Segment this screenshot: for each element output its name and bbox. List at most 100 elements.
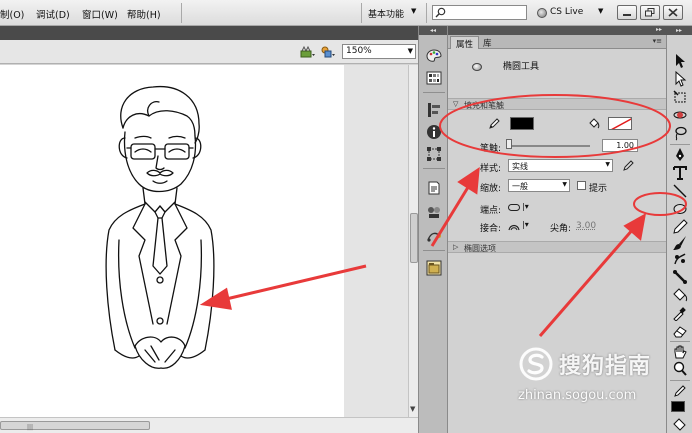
help-search-input[interactable] [432, 5, 527, 20]
line-tool-icon[interactable] [672, 183, 688, 199]
restore-icon [645, 8, 655, 17]
edit-symbol-icon[interactable] [320, 45, 336, 59]
pencil-icon [489, 118, 500, 129]
pen-tool-icon[interactable] [672, 147, 688, 163]
scroll-thumb[interactable]: ||| [0, 421, 150, 431]
scroll-down-arrow-icon[interactable]: ▼ [410, 405, 415, 413]
tab-properties[interactable]: 属性 [450, 36, 480, 50]
chevron-down-icon[interactable]: |▾ [522, 220, 529, 229]
workspace-switcher[interactable]: 基本功能 [368, 7, 404, 20]
menu-control[interactable]: 制(O) [0, 7, 24, 21]
round-join-icon[interactable] [508, 221, 520, 231]
stroke-color-swatch[interactable] [510, 117, 534, 130]
hint-label: 提示 [589, 184, 608, 194]
restore-button[interactable] [640, 5, 660, 20]
code-snippets-icon[interactable] [426, 180, 442, 196]
stroke-color-pencil-icon[interactable] [672, 383, 688, 399]
menu-window[interactable]: 窗口(W) [82, 7, 118, 21]
chevron-right-icon: ▷ [453, 243, 459, 251]
deco-tool-icon[interactable] [672, 251, 688, 267]
menu-separator [361, 3, 362, 23]
section-ellipse-options[interactable]: ▷ 椭圆选项 [448, 241, 666, 253]
cs-live-icon[interactable] [537, 8, 547, 18]
minimize-icon [623, 14, 631, 16]
zoom-select[interactable]: 150% ▼ [342, 44, 416, 59]
color-palette-icon[interactable] [426, 48, 442, 64]
menu-separator [426, 3, 427, 23]
components-icon[interactable] [426, 204, 442, 220]
scroll-thumb[interactable] [410, 213, 418, 263]
tab-library[interactable]: 库 [478, 36, 497, 49]
oval-tool-icon[interactable] [672, 201, 688, 217]
strip-separator [423, 92, 445, 93]
menu-debug[interactable]: 调试(D) [36, 7, 70, 21]
vertical-scrollbar[interactable]: ▼ [408, 65, 418, 417]
transform-icon[interactable] [426, 146, 442, 162]
fill-color-swatch[interactable] [608, 117, 632, 130]
tools-panel-topbar[interactable]: ▸▸ [666, 26, 692, 35]
chevron-down-icon[interactable]: |▾ [522, 202, 529, 211]
section-title: 椭圆选项 [464, 244, 496, 253]
toolbar-stroke-color-swatch[interactable] [671, 401, 685, 412]
expand-panel-icon[interactable]: ▸▸ [656, 26, 662, 33]
panel-menu-icon[interactable]: ▾≡ [653, 37, 662, 45]
strip-separator [423, 250, 445, 251]
3d-rotation-tool-icon[interactable] [672, 107, 688, 123]
stroke-style-select[interactable]: 实线 ▼ [508, 159, 613, 172]
edit-stroke-style-icon[interactable] [622, 160, 634, 172]
eraser-tool-icon[interactable] [672, 323, 688, 339]
paint-bucket-tool-icon[interactable] [672, 287, 688, 303]
project-icon[interactable] [426, 260, 442, 276]
man-line-drawing[interactable] [95, 80, 230, 380]
horizontal-scrollbar[interactable]: ||| [0, 417, 418, 433]
motion-presets-icon[interactable] [426, 228, 442, 244]
grip-icon: ||| [27, 424, 34, 431]
chevron-down-icon[interactable]: ▼ [411, 7, 416, 15]
sogou-logo-icon [519, 347, 553, 381]
chevron-down-icon: ▼ [407, 47, 413, 55]
lasso-tool-icon[interactable] [672, 125, 688, 141]
chevron-down-icon[interactable]: ▼ [598, 7, 603, 15]
hint-checkbox[interactable] [577, 181, 586, 190]
free-transform-tool-icon[interactable] [672, 89, 688, 105]
oval-tool-icon [472, 63, 482, 71]
chevron-down-icon: ▼ [562, 181, 567, 188]
eyedropper-tool-icon[interactable] [672, 305, 688, 321]
brush-tool-icon[interactable] [672, 235, 688, 251]
edit-scene-icon[interactable] [300, 45, 316, 59]
bone-tool-icon[interactable] [672, 269, 688, 285]
close-button[interactable] [663, 5, 683, 20]
menu-help[interactable]: 帮助(H) [127, 7, 161, 21]
hand-tool-icon[interactable] [672, 344, 688, 360]
stroke-width-input[interactable]: 1.00 [602, 139, 638, 152]
close-icon [668, 8, 678, 17]
slider-thumb[interactable] [506, 139, 512, 149]
scale-value: 一般 [512, 182, 528, 191]
watermark-title: 搜狗指南 [559, 354, 652, 379]
collapse-strip-icon[interactable]: ◂◂ [419, 26, 447, 35]
pencil-tool-icon[interactable] [672, 219, 688, 235]
stroke-width-slider[interactable] [508, 145, 590, 147]
tools-panel [666, 35, 692, 433]
round-cap-icon[interactable] [508, 204, 520, 211]
zoom-tool-icon[interactable] [672, 361, 688, 377]
zoom-value: 150% [346, 46, 372, 56]
align-icon[interactable] [426, 102, 442, 118]
minimize-button[interactable] [617, 5, 637, 20]
section-fill-stroke[interactable]: ▽ 填充和笔触 [448, 98, 666, 110]
cs-live-button[interactable]: CS Live [550, 7, 583, 17]
tool-separator [670, 144, 690, 145]
selection-tool-icon[interactable] [672, 53, 688, 69]
miter-value[interactable]: 3.00 [576, 221, 596, 231]
scale-select[interactable]: 一般 ▼ [508, 179, 570, 192]
stroke-style-value: 实线 [512, 162, 528, 171]
swatches-icon[interactable] [426, 70, 442, 86]
paint-bucket-icon [589, 118, 600, 129]
fill-color-bucket-icon[interactable] [672, 417, 688, 433]
info-icon[interactable] [426, 124, 442, 140]
tool-separator [670, 380, 690, 381]
subselection-tool-icon[interactable] [672, 71, 688, 87]
search-icon [435, 7, 446, 18]
text-tool-icon[interactable] [672, 165, 688, 181]
stage-pasteboard [344, 65, 408, 417]
